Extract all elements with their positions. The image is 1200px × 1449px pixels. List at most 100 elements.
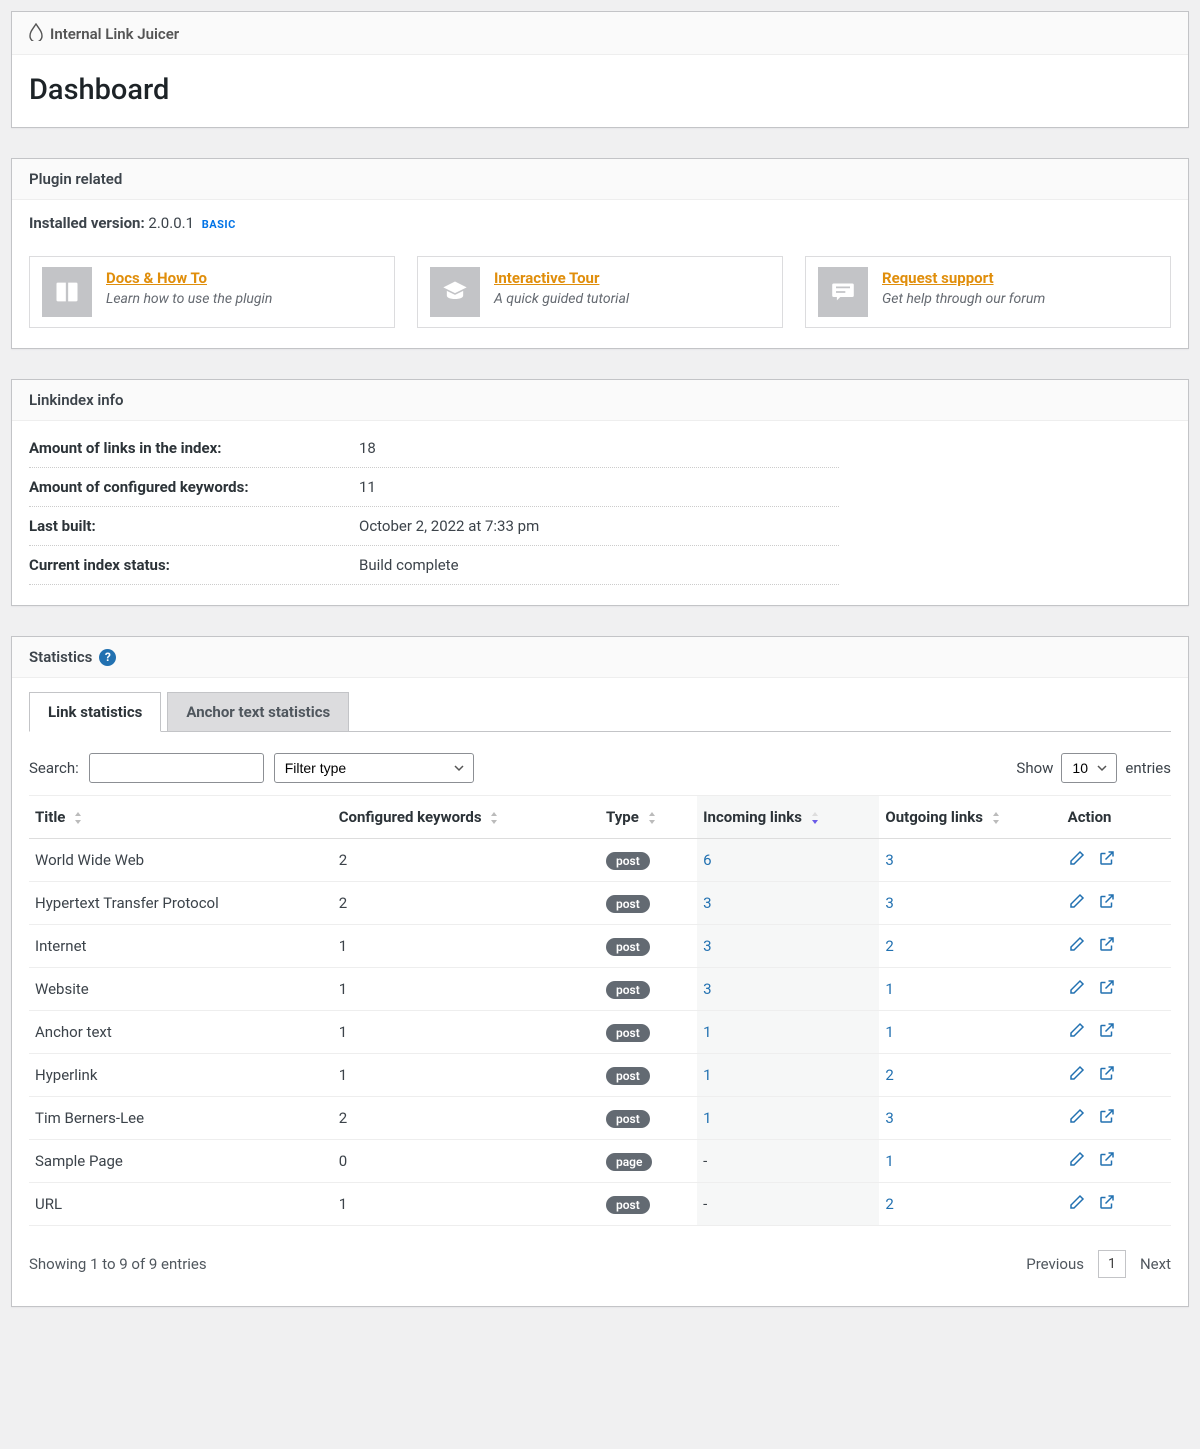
info-value: 11: [359, 478, 376, 496]
edit-icon[interactable]: [1068, 1064, 1086, 1086]
tab-anchor-text-statistics[interactable]: Anchor text statistics: [167, 692, 349, 732]
info-label: Amount of links in the index:: [29, 439, 359, 457]
sort-icon: [647, 811, 657, 825]
cell-action: [1062, 1140, 1171, 1183]
help-card-docs[interactable]: Docs & How To Learn how to use the plugi…: [29, 256, 395, 328]
outgoing-link[interactable]: 1: [885, 1023, 893, 1041]
table-row: Anchor text 1 post 1 1: [29, 1011, 1171, 1054]
linkindex-header: Linkindex info: [12, 380, 1188, 421]
external-link-icon[interactable]: [1098, 892, 1116, 914]
edit-icon[interactable]: [1068, 978, 1086, 1000]
statistics-table: Title Configured keywords Type Incoming …: [29, 796, 1171, 1226]
external-link-icon[interactable]: [1098, 935, 1116, 957]
outgoing-link[interactable]: 1: [885, 1152, 893, 1170]
incoming-link[interactable]: 1: [703, 1066, 711, 1084]
cell-incoming: -: [697, 1183, 879, 1226]
col-type[interactable]: Type: [600, 796, 697, 839]
cell-incoming: 3: [697, 968, 879, 1011]
plugin-related-panel: Plugin related Installed version: 2.0.0.…: [11, 158, 1189, 349]
cell-type: post: [600, 1183, 697, 1226]
edit-icon[interactable]: [1068, 849, 1086, 871]
help-card-tour[interactable]: Interactive Tour A quick guided tutorial: [417, 256, 783, 328]
page-number[interactable]: 1: [1098, 1250, 1126, 1278]
edit-icon[interactable]: [1068, 892, 1086, 914]
cell-title: World Wide Web: [29, 839, 333, 882]
linkindex-panel: Linkindex info Amount of links in the in…: [11, 379, 1189, 606]
cell-keywords: 1: [333, 1183, 600, 1226]
chat-icon: [818, 267, 868, 317]
external-link-icon[interactable]: [1098, 849, 1116, 871]
type-badge: post: [606, 1024, 650, 1042]
cell-action: [1062, 1183, 1171, 1226]
incoming-link[interactable]: 3: [703, 894, 711, 912]
info-label: Current index status:: [29, 556, 359, 574]
incoming-link[interactable]: 3: [703, 980, 711, 998]
cell-incoming: -: [697, 1140, 879, 1183]
prev-button[interactable]: Previous: [1026, 1255, 1084, 1273]
col-title[interactable]: Title: [29, 796, 333, 839]
sort-desc-icon: [810, 811, 820, 825]
statistics-panel: Statistics ? Link statistics Anchor text…: [11, 636, 1189, 1307]
external-link-icon[interactable]: [1098, 1064, 1116, 1086]
col-incoming[interactable]: Incoming links: [697, 796, 879, 839]
outgoing-link[interactable]: 3: [885, 894, 893, 912]
basic-badge: BASIC: [202, 218, 236, 231]
plugin-related-header: Plugin related: [12, 159, 1188, 200]
type-badge: post: [606, 981, 650, 999]
cell-outgoing: 2: [879, 1054, 1061, 1097]
table-row: Hypertext Transfer Protocol 2 post 3 3: [29, 882, 1171, 925]
tab-link-statistics[interactable]: Link statistics: [29, 692, 161, 732]
info-label: Amount of configured keywords:: [29, 478, 359, 496]
info-row: Amount of links in the index: 18: [29, 435, 839, 468]
support-link[interactable]: Request support: [882, 269, 994, 287]
edit-icon[interactable]: [1068, 935, 1086, 957]
cell-incoming: 1: [697, 1054, 879, 1097]
cell-title: URL: [29, 1183, 333, 1226]
show-entries-select[interactable]: 10: [1061, 753, 1117, 783]
cell-keywords: 1: [333, 1011, 600, 1054]
outgoing-link[interactable]: 2: [885, 1195, 893, 1213]
edit-icon[interactable]: [1068, 1193, 1086, 1215]
cell-type: post: [600, 1011, 697, 1054]
info-row: Last built: October 2, 2022 at 7:33 pm: [29, 507, 839, 546]
external-link-icon[interactable]: [1098, 1193, 1116, 1215]
docs-sub: Learn how to use the plugin: [106, 291, 272, 307]
cell-outgoing: 2: [879, 925, 1061, 968]
cell-title: Tim Berners-Lee: [29, 1097, 333, 1140]
help-icon[interactable]: ?: [99, 649, 116, 666]
edit-icon[interactable]: [1068, 1021, 1086, 1043]
sort-icon: [991, 811, 1001, 825]
outgoing-link[interactable]: 3: [885, 1109, 893, 1127]
cell-type: post: [600, 839, 697, 882]
cell-action: [1062, 1011, 1171, 1054]
col-keywords[interactable]: Configured keywords: [333, 796, 600, 839]
search-input[interactable]: [89, 753, 264, 783]
outgoing-link[interactable]: 2: [885, 937, 893, 955]
edit-icon[interactable]: [1068, 1107, 1086, 1129]
next-button[interactable]: Next: [1140, 1255, 1171, 1273]
incoming-link[interactable]: 1: [703, 1023, 711, 1041]
outgoing-link[interactable]: 3: [885, 851, 893, 869]
cell-keywords: 1: [333, 925, 600, 968]
col-outgoing[interactable]: Outgoing links: [879, 796, 1061, 839]
external-link-icon[interactable]: [1098, 1021, 1116, 1043]
link-juicer-icon: [29, 23, 43, 45]
incoming-link[interactable]: 1: [703, 1109, 711, 1127]
help-card-support[interactable]: Request support Get help through our for…: [805, 256, 1171, 328]
cell-action: [1062, 1054, 1171, 1097]
outgoing-link[interactable]: 2: [885, 1066, 893, 1084]
type-badge: page: [606, 1153, 652, 1171]
external-link-icon[interactable]: [1098, 978, 1116, 1000]
external-link-icon[interactable]: [1098, 1107, 1116, 1129]
filter-type-select[interactable]: Filter type: [274, 753, 474, 783]
tour-link[interactable]: Interactive Tour: [494, 269, 599, 287]
edit-icon[interactable]: [1068, 1150, 1086, 1172]
incoming-link[interactable]: 3: [703, 937, 711, 955]
cell-action: [1062, 968, 1171, 1011]
incoming-link[interactable]: 6: [703, 851, 711, 869]
docs-link[interactable]: Docs & How To: [106, 269, 207, 287]
cell-keywords: 0: [333, 1140, 600, 1183]
cell-outgoing: 1: [879, 1140, 1061, 1183]
outgoing-link[interactable]: 1: [885, 980, 893, 998]
external-link-icon[interactable]: [1098, 1150, 1116, 1172]
